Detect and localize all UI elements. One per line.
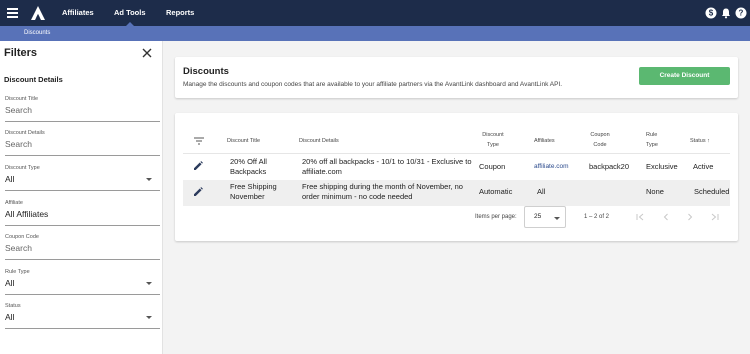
chevron-down-icon xyxy=(554,217,560,220)
pagination-range: 1 – 2 of 2 xyxy=(584,214,610,220)
column-header-discount-type[interactable]: Discount Type xyxy=(479,130,507,150)
svg-text:$: $ xyxy=(709,9,714,18)
status-badge: Scheduled xyxy=(694,187,730,196)
field-placeholder: Search xyxy=(5,139,32,149)
top-navigation: Affiliates Ad Tools Reports $ ? xyxy=(0,0,750,26)
edit-icon[interactable] xyxy=(193,187,203,197)
field-label: Discount Title xyxy=(5,96,39,102)
cell-discount-type: Automatic xyxy=(479,187,513,196)
field-label: Discount Details xyxy=(5,130,45,136)
cell-discount-type: Coupon xyxy=(479,162,506,171)
column-filter-icon[interactable] xyxy=(194,137,204,145)
field-value: All Affiliates xyxy=(5,209,49,219)
affiliate-field[interactable]: Affiliate All Affiliates xyxy=(5,200,160,226)
next-page-icon[interactable] xyxy=(685,212,695,222)
row-divider xyxy=(183,153,730,154)
field-value: All xyxy=(5,278,15,288)
coupon-code-field[interactable]: Coupon Code Search xyxy=(5,234,160,260)
column-header-coupon-code[interactable]: Coupon Code xyxy=(589,130,611,150)
field-label: Affiliate xyxy=(5,200,23,206)
field-placeholder: Search xyxy=(5,243,32,253)
discounts-table-card: Discount Title Discount Details Discount… xyxy=(175,113,738,241)
field-placeholder: Search xyxy=(5,105,32,115)
page-description: Manage the discounts and coupon codes th… xyxy=(183,81,563,88)
close-icon[interactable] xyxy=(141,47,153,59)
field-label: Rule Type xyxy=(5,269,30,275)
nav-affiliates[interactable]: Affiliates xyxy=(62,0,94,26)
last-page-icon[interactable] xyxy=(710,212,720,222)
cell-discount-details: 20% off all backpacks - 10/1 to 10/31 - … xyxy=(302,157,472,176)
field-label: Coupon Code xyxy=(5,234,39,240)
affiliate-link[interactable]: affiliate.com xyxy=(534,162,569,172)
field-value: All xyxy=(5,312,15,322)
cell-rule-type: None xyxy=(646,187,664,196)
cell-discount-details: Free shipping during the month of Novemb… xyxy=(302,182,463,201)
filters-sidebar: Filters Discount Details Discount Title … xyxy=(0,41,163,354)
svg-text:?: ? xyxy=(739,9,744,18)
menu-icon[interactable] xyxy=(7,8,18,18)
sub-navigation: Discounts xyxy=(0,26,750,41)
chevron-down-icon xyxy=(146,178,152,181)
first-page-icon[interactable] xyxy=(635,212,645,222)
nav-ad-tools[interactable]: Ad Tools xyxy=(114,0,146,26)
section-title: Discount Details xyxy=(4,75,63,84)
bell-icon[interactable] xyxy=(720,7,732,19)
cell-coupon-code: backpack20 xyxy=(589,162,630,171)
field-label: Status xyxy=(5,303,21,309)
subnav-discounts[interactable]: Discounts xyxy=(24,26,50,41)
status-badge: Active xyxy=(693,162,714,171)
chevron-down-icon xyxy=(146,316,152,319)
logo[interactable] xyxy=(30,5,46,21)
help-icon[interactable]: ? xyxy=(735,7,747,19)
cell-discount-title: Free Shipping November xyxy=(230,182,277,201)
filters-title: Filters xyxy=(4,47,38,59)
cell-affiliates: All xyxy=(537,187,546,196)
cell-rule-type: Exclusive xyxy=(646,162,678,171)
column-header-rule-type[interactable]: Rule Type xyxy=(646,130,661,150)
column-header-discount-title[interactable]: Discount Title xyxy=(227,136,260,146)
rule-type-select[interactable]: Rule Type All xyxy=(5,269,160,295)
discount-title-field[interactable]: Discount Title Search xyxy=(5,96,160,122)
edit-icon[interactable] xyxy=(193,161,203,171)
items-per-page-select[interactable]: 25 xyxy=(524,206,566,228)
items-per-page-label: Items per page: xyxy=(475,214,517,220)
discount-details-field[interactable]: Discount Details Search xyxy=(5,130,160,156)
field-value: All xyxy=(5,174,15,184)
discounts-header-card: Discounts Manage the discounts and coupo… xyxy=(175,57,738,98)
field-label: Discount Type xyxy=(5,165,40,171)
discount-type-select[interactable]: Discount Type All xyxy=(5,165,160,191)
items-per-page-value: 25 xyxy=(534,213,542,220)
column-header-affiliates[interactable]: Affiliates xyxy=(534,136,555,146)
previous-page-icon[interactable] xyxy=(661,212,671,222)
column-header-discount-details[interactable]: Discount Details xyxy=(299,136,339,146)
nav-reports[interactable]: Reports xyxy=(166,0,194,26)
page-title: Discounts xyxy=(183,66,229,77)
create-discount-button[interactable]: Create Discount xyxy=(639,67,730,85)
dollar-icon[interactable]: $ xyxy=(705,7,717,19)
status-select[interactable]: Status All xyxy=(5,303,160,329)
chevron-down-icon xyxy=(146,282,152,285)
column-header-status[interactable]: Status ↑ xyxy=(690,136,710,146)
cell-discount-title: 20% Off All Backpacks xyxy=(230,157,267,176)
